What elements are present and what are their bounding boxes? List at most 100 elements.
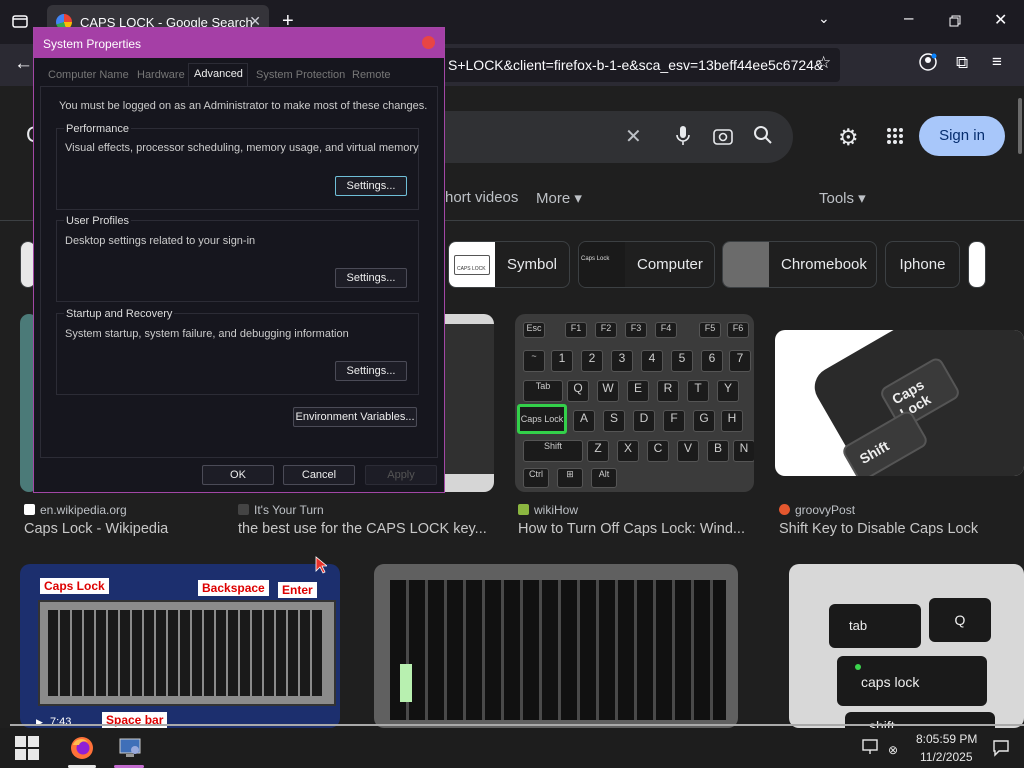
tab-system-protection[interactable]: System Protection — [256, 69, 345, 81]
list-tabs-icon[interactable]: ⌄ — [818, 10, 830, 27]
chip-label: Chromebook — [781, 256, 867, 273]
result-image-laptop-keyboard[interactable] — [374, 564, 738, 728]
startup-recovery-settings-button[interactable]: Settings... — [335, 361, 407, 381]
chip-thumbnail — [723, 242, 769, 287]
performance-settings-button[interactable]: Settings... — [335, 176, 407, 196]
close-window-icon[interactable]: ✕ — [994, 10, 1007, 30]
search-box[interactable]: ✕ — [395, 111, 793, 163]
firefox-icon[interactable] — [70, 736, 94, 765]
mouse-cursor-icon — [315, 556, 329, 579]
result-title-wikipedia[interactable]: Caps Lock - Wikipedia — [24, 521, 224, 537]
result-image-groovypost[interactable]: Caps Lock Shift — [775, 330, 1024, 476]
chip-iphone[interactable]: Iphone — [885, 241, 960, 288]
label-backspace: Backspace — [198, 580, 269, 596]
performance-group — [56, 128, 419, 210]
apply-button[interactable]: Apply — [365, 465, 437, 485]
display-tray-icon[interactable] — [862, 739, 880, 760]
clear-search-icon[interactable]: ✕ — [625, 124, 642, 149]
result-image-macbook-keys[interactable]: tab Q caps lock shift — [789, 564, 1024, 728]
taskbar: ⊗ 8:05:59 PM 11/2/2025 — [0, 728, 1024, 768]
q-key: Q — [929, 598, 991, 642]
admin-note: You must be logged on as an Administrato… — [59, 100, 428, 112]
network-disconnected-icon[interactable]: ⊗ — [888, 743, 898, 757]
user-profiles-group — [56, 220, 419, 302]
result-source-groovypost[interactable]: groovyPost — [779, 503, 855, 517]
user-profiles-settings-button[interactable]: Settings... — [335, 268, 407, 288]
result-image-keyboard-diagram[interactable]: Caps Lock Backspace Enter Space bar — [20, 564, 340, 728]
result-source-wikihow[interactable]: wikiHow — [518, 503, 578, 517]
label-enter: Enter — [278, 582, 317, 598]
filter-more[interactable]: More ▾ — [536, 189, 582, 207]
dialog-title-bar[interactable]: System Properties — [34, 28, 444, 58]
wikipedia-favicon-icon — [24, 504, 35, 515]
restore-icon[interactable] — [949, 12, 961, 32]
result-image-wikihow[interactable]: Esc F1 F2 F3 F4 F5 F6 ~ 1 2 3 4 5 6 7 Ta… — [515, 314, 754, 492]
result-source-wikipedia[interactable]: en.wikipedia.org — [24, 503, 127, 517]
chip-thumbnail: Caps Lock — [579, 242, 625, 287]
system-properties-dialog: System Properties Computer Name Hardware… — [33, 27, 445, 493]
chip-label: Symbol — [507, 256, 558, 273]
startup-recovery-desc: System startup, system failure, and debu… — [65, 328, 349, 340]
chip-label: Computer — [637, 256, 703, 273]
chip-partial-right[interactable] — [968, 241, 986, 288]
video-progress-track[interactable] — [10, 724, 1024, 726]
video-time: 7:43 — [50, 716, 72, 728]
tab-overview-icon[interactable] — [11, 12, 29, 35]
its-your-turn-favicon-icon — [238, 504, 249, 515]
url-bar[interactable]: S+LOCK&client=firefox-b-1-e&sca_esv=13be… — [440, 48, 840, 82]
performance-desc: Visual effects, processor scheduling, me… — [65, 142, 419, 154]
sign-in-button[interactable]: Sign in — [919, 116, 1005, 156]
tab-computer-name[interactable]: Computer Name — [48, 69, 129, 81]
environment-variables-button[interactable]: Environment Variables... — [293, 407, 417, 427]
result-title-groovypost[interactable]: Shift Key to Disable Caps Lock — [779, 521, 1019, 537]
tab-key: tab — [829, 604, 921, 648]
back-icon[interactable]: ← — [14, 53, 33, 75]
play-icon[interactable]: ▶ — [36, 717, 43, 728]
ok-button[interactable]: OK — [202, 465, 274, 485]
system-properties-taskbar-icon[interactable] — [118, 736, 142, 765]
performance-label: Performance — [64, 123, 131, 135]
taskbar-time[interactable]: 8:05:59 PM — [916, 732, 977, 746]
google-apps-icon[interactable] — [886, 127, 904, 150]
chip-chromebook[interactable]: Chromebook — [722, 241, 877, 288]
user-profiles-desc: Desktop settings related to your sign-in — [65, 235, 256, 247]
tab-remote[interactable]: Remote — [352, 69, 391, 81]
menu-icon[interactable]: ≡ — [992, 52, 1002, 72]
image-search-icon[interactable] — [713, 127, 733, 150]
extensions-icon[interactable]: ⧉ — [956, 53, 968, 73]
settings-gear-icon[interactable]: ⚙ — [838, 124, 859, 151]
label-caps-lock: Caps Lock — [40, 578, 109, 594]
startup-recovery-label: Startup and Recovery — [64, 308, 175, 320]
tab-hardware[interactable]: Hardware — [137, 69, 185, 81]
chip-label: Iphone — [899, 256, 946, 273]
account-icon[interactable] — [919, 53, 937, 76]
page-scrollbar[interactable] — [1018, 98, 1022, 154]
filter-tools[interactable]: Tools ▾ — [819, 189, 866, 207]
groovypost-favicon-icon — [779, 504, 790, 515]
notifications-icon[interactable] — [992, 739, 1010, 762]
chip-thumbnail: CAPS LOCK — [449, 242, 495, 287]
chip-symbol[interactable]: CAPS LOCK Symbol — [448, 241, 570, 288]
caps-led-icon — [855, 664, 861, 670]
result-title-wikihow[interactable]: How to Turn Off Caps Lock: Wind... — [518, 521, 754, 537]
filter-short-videos[interactable]: hort videos — [445, 189, 518, 206]
wikihow-favicon-icon — [518, 504, 529, 515]
bookmark-star-icon[interactable]: ☆ — [816, 53, 831, 73]
windows-start-icon[interactable] — [15, 736, 39, 765]
startup-recovery-group — [56, 313, 419, 395]
minimize-icon[interactable]: – — [904, 8, 913, 28]
taskbar-date[interactable]: 11/2/2025 — [920, 750, 973, 764]
green-arrow-icon — [400, 664, 412, 702]
video-progress[interactable]: ▶ 7:43 — [0, 716, 1024, 728]
chip-computer[interactable]: Caps Lock Computer — [578, 241, 715, 288]
voice-search-icon[interactable] — [675, 125, 691, 152]
dialog-title: System Properties — [43, 37, 142, 51]
user-profiles-label: User Profiles — [64, 215, 131, 227]
result-title-its-your-turn[interactable]: the best use for the CAPS LOCK key... — [238, 521, 494, 537]
caps-lock-key-highlight: Caps Lock — [517, 404, 567, 434]
result-source-its-your-turn[interactable]: It's Your Turn — [238, 503, 324, 517]
tab-advanced[interactable]: Advanced — [194, 68, 243, 80]
cancel-button[interactable]: Cancel — [283, 465, 355, 485]
dialog-close-icon[interactable] — [422, 36, 435, 49]
search-icon[interactable] — [753, 125, 773, 150]
